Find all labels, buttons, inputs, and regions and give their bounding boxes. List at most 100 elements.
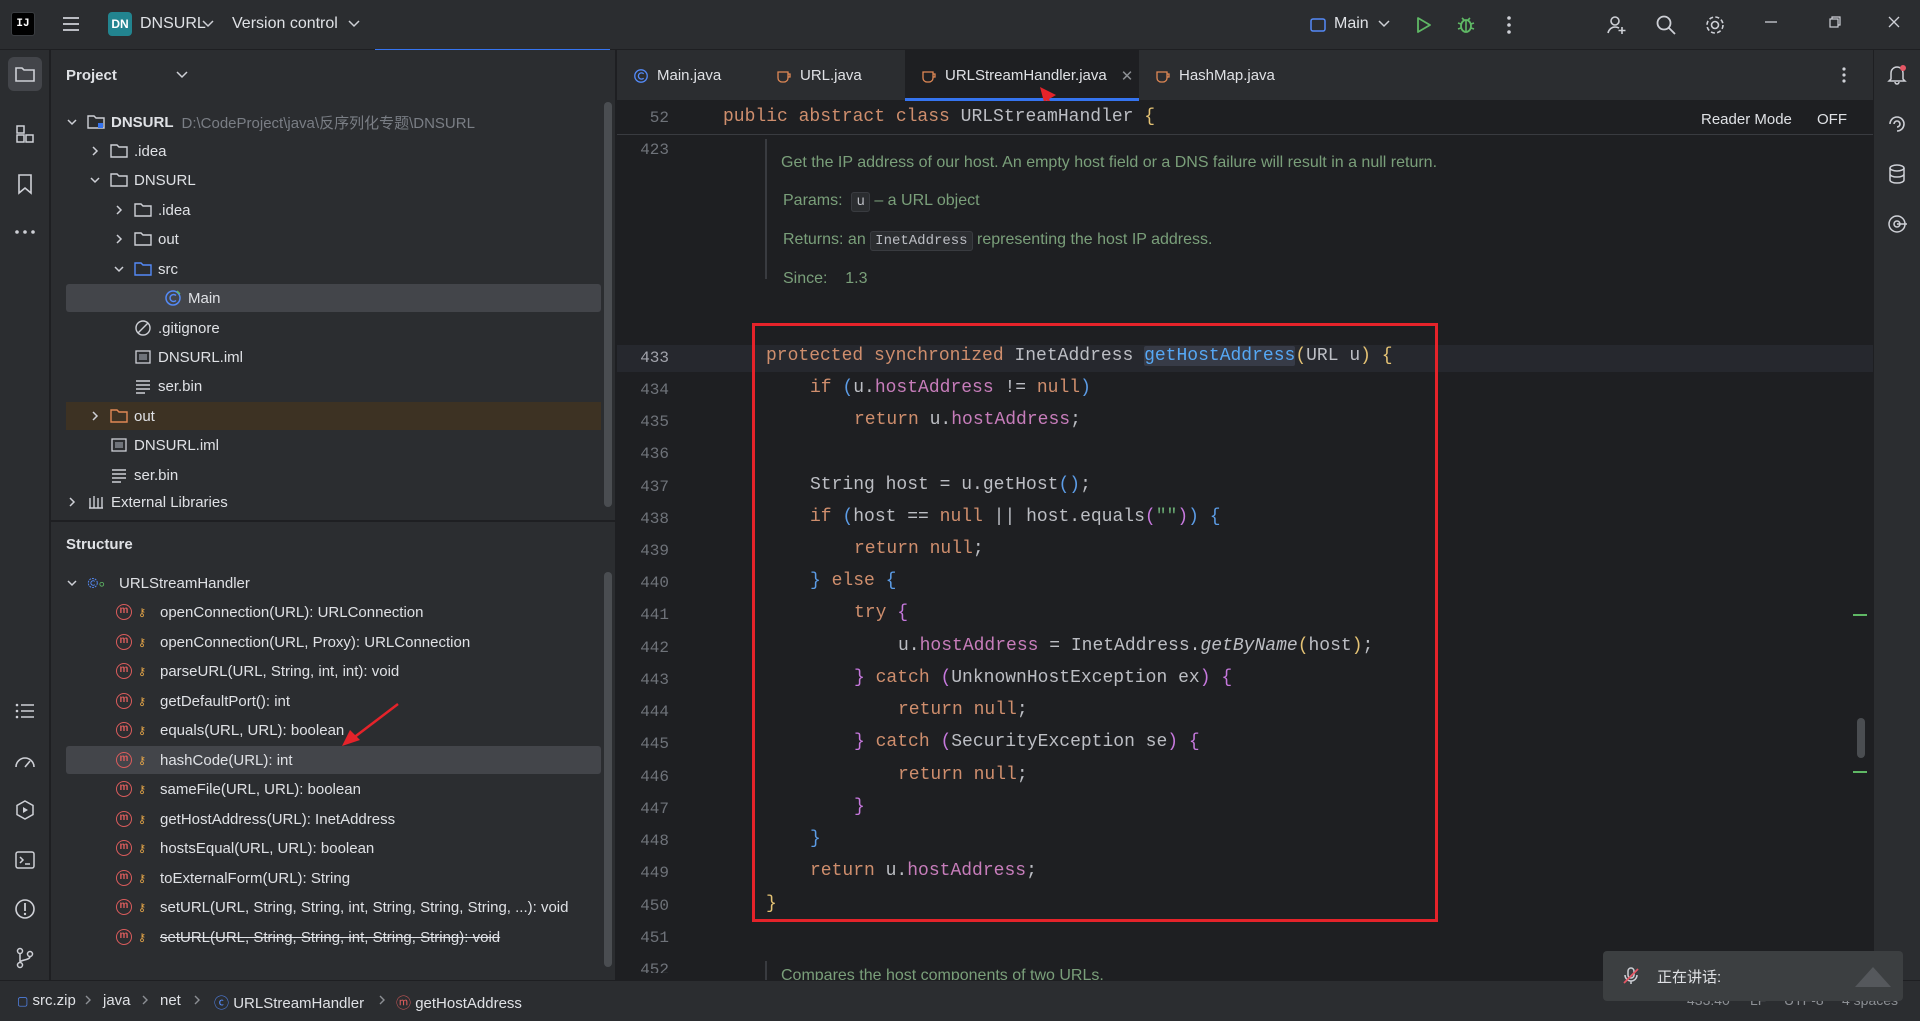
breadcrumb-net[interactable]: net [160, 992, 181, 1009]
protected-key-icon: ⚷ [138, 783, 147, 796]
tree-item-gitignore[interactable]: .gitignore [134, 314, 220, 342]
minimize-window-icon[interactable] [1763, 14, 1779, 30]
run-config-selector[interactable]: Main [1334, 15, 1369, 33]
tree-item-idea[interactable]: .idea [88, 137, 167, 165]
structure-member[interactable]: m ⚷ equals(URL, URL): boolean [116, 716, 344, 744]
structure-member[interactable]: m ⚷ openConnection(URL, Proxy): URLConnect… [116, 628, 470, 656]
reader-mode-off-button[interactable]: OFF [1817, 111, 1847, 128]
structure-tool-icon[interactable] [8, 117, 42, 151]
tree-item-src[interactable]: src [112, 255, 178, 283]
todo-list-icon[interactable] [8, 694, 42, 728]
close-window-icon[interactable] [1886, 14, 1902, 30]
tree-item-dnsurl-iml[interactable]: DNSURL.iml [110, 431, 219, 459]
settings-gear-icon[interactable] [1702, 12, 1728, 38]
breadcrumb-method[interactable]: ⓜ getHostAddress [396, 992, 522, 1013]
structure-scrollbar[interactable] [604, 572, 612, 967]
chevron-down-icon[interactable] [202, 19, 214, 29]
notifications-bell-icon[interactable] [1880, 57, 1914, 91]
chevron-down-icon[interactable] [176, 70, 188, 80]
sticky-header[interactable]: 52 public abstract class URLStreamHandle… [617, 101, 1873, 135]
editor-scrollbar-thumb[interactable] [1857, 718, 1865, 758]
breadcrumb-srczip[interactable]: ▢ src.zip [17, 992, 76, 1009]
javadoc-next: Compares the host components of two URLs… [765, 961, 1365, 980]
structure-member[interactable]: m ⚷ hostsEqual(URL, URL): boolean [116, 834, 374, 862]
structure-member[interactable]: m ⚷ getHostAddress(URL): InetAddress [116, 805, 395, 833]
doc-summary: Compares the host components of two URLs… [781, 967, 1104, 980]
breadcrumb-class[interactable]: ⓒ URLStreamHandler [214, 992, 364, 1013]
chevron-right-icon[interactable] [112, 232, 126, 246]
project-scrollbar[interactable] [604, 102, 612, 507]
more-tools-icon[interactable] [8, 215, 42, 249]
more-actions-icon[interactable] [1496, 12, 1522, 38]
close-tab-icon[interactable]: ✕ [1121, 67, 1134, 85]
reader-mode-toggle[interactable]: Reader Mode [1701, 111, 1792, 128]
restore-window-icon[interactable] [1827, 14, 1843, 30]
tab-urlstreamhandler-java[interactable]: URLStreamHandler.java ✕ [905, 50, 1139, 101]
chevron-right-icon[interactable] [88, 409, 102, 423]
tree-item-dnsurl[interactable]: DNSURL [88, 166, 196, 194]
structure-member[interactable]: m ⚷ parseURL(URL, String, int, int): void [116, 657, 399, 685]
debug-icon[interactable] [1453, 12, 1479, 38]
chevron-right-icon [377, 994, 387, 1006]
bookmarks-icon[interactable] [8, 167, 42, 201]
chevron-down-icon[interactable] [112, 262, 126, 276]
structure-member-deprecated[interactable]: m ⚷ setURL(URL, String, String, int, Strin… [116, 923, 500, 951]
tree-item-out[interactable]: out [66, 402, 601, 430]
chevron-down-icon[interactable] [88, 173, 102, 187]
tree-item-idea-nested[interactable]: .idea [112, 196, 191, 224]
structure-member[interactable]: m ⚷ toExternalForm(URL): String [116, 864, 350, 892]
tree-item-external-libraries[interactable]: External Libraries [65, 488, 228, 516]
chevron-right-icon[interactable] [112, 203, 126, 217]
muted-mic-icon[interactable] [1621, 966, 1641, 986]
protected-key-icon: ⚷ [138, 813, 147, 826]
chevron-down-icon[interactable] [1378, 19, 1390, 29]
project-panel: Project DNSURL D:\CodeProject\java\反序列化专… [51, 50, 615, 520]
project-badge[interactable]: DN [108, 12, 132, 36]
tab-options-icon[interactable] [1841, 66, 1847, 84]
main-menu-icon[interactable] [61, 14, 81, 34]
structure-class-node[interactable]: URLStreamHandler [65, 569, 250, 597]
services-icon[interactable] [8, 793, 42, 827]
tree-item-dnsurl-root[interactable]: DNSURL D:\CodeProject\java\反序列化专题\DNSURL [65, 108, 475, 136]
chevron-down-icon[interactable] [65, 115, 79, 129]
structure-member-selected[interactable]: m ⚷ hashCode(URL): int [66, 746, 601, 774]
tree-item-serbin-nested[interactable]: ser.bin [134, 372, 202, 400]
tab-url-java[interactable]: URL.java [760, 50, 905, 101]
run-config-icon[interactable] [1309, 16, 1327, 34]
git-branch-icon[interactable] [8, 941, 42, 975]
tab-main-java[interactable]: Main.java [617, 50, 760, 101]
structure-member[interactable]: m ⚷ setURL(URL, String, String, int, Strin… [116, 893, 568, 921]
tree-item-serbin[interactable]: ser.bin [110, 461, 178, 489]
tree-item-main[interactable]: Main [66, 284, 601, 312]
profiler-gauge-icon[interactable] [8, 744, 42, 778]
search-icon[interactable] [1653, 12, 1679, 38]
structure-member[interactable]: m ⚷ openConnection(URL): URLConnection [116, 598, 423, 626]
method-icon: m [116, 722, 132, 738]
expand-icon[interactable] [1853, 963, 1893, 989]
breadcrumb-java[interactable]: java [103, 992, 131, 1009]
ai-assistant-icon[interactable] [1880, 107, 1914, 141]
tab-hashmap-java[interactable]: HashMap.java [1139, 50, 1301, 101]
chevron-right-icon[interactable] [65, 495, 79, 509]
intellij-logo-icon[interactable]: IJ [11, 12, 35, 36]
chevron-right-icon[interactable] [88, 144, 102, 158]
project-switcher[interactable]: DNSURL [140, 15, 206, 33]
terminal-icon[interactable] [8, 843, 42, 877]
structure-member[interactable]: m ⚷ getDefaultPort(): int [116, 687, 290, 715]
voice-chat-toast: 正在讲话: [1603, 951, 1903, 1001]
problems-icon[interactable] [8, 892, 42, 926]
endpoints-icon[interactable] [1880, 207, 1914, 241]
project-panel-title[interactable]: Project [66, 67, 117, 84]
protected-key-icon: ⚷ [138, 724, 147, 737]
project-tool-folder-icon[interactable] [8, 57, 42, 91]
vcs-widget[interactable]: Version control [232, 15, 338, 33]
tree-item-dnsurl-iml-nested[interactable]: DNSURL.iml [134, 343, 243, 371]
add-user-icon[interactable] [1604, 12, 1630, 38]
tree-item-out-nested[interactable]: out [112, 225, 179, 253]
chevron-down-icon[interactable] [348, 19, 360, 29]
database-icon[interactable] [1880, 157, 1914, 191]
line-number: 439 [640, 542, 669, 560]
chevron-down-icon[interactable] [65, 576, 79, 590]
run-icon[interactable] [1410, 12, 1436, 38]
structure-member[interactable]: m ⚷ sameFile(URL, URL): boolean [116, 775, 361, 803]
